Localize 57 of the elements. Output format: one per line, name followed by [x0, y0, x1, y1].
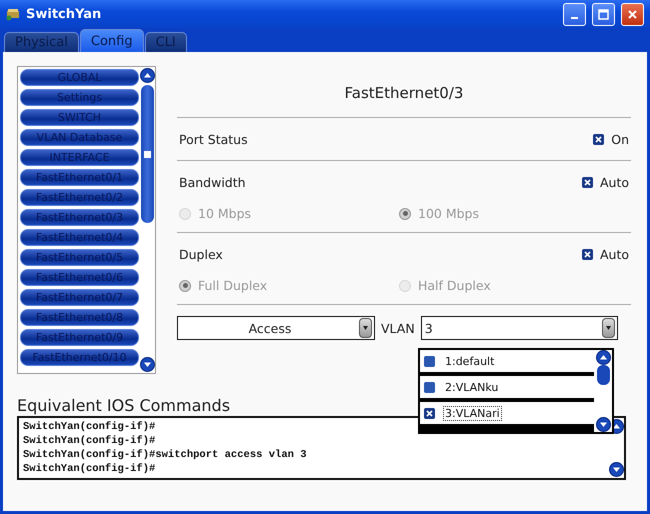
- sidebar-item[interactable]: FastEthernet0/7: [20, 289, 139, 306]
- sidebar-item[interactable]: FastEthernet0/6: [20, 269, 139, 286]
- tab[interactable]: CLI: [144, 32, 187, 52]
- sidebar-item[interactable]: FastEthernet0/1: [20, 169, 139, 186]
- sidebar-item[interactable]: FastEthernet0/2: [20, 189, 139, 206]
- scroll-down-icon[interactable]: [608, 462, 624, 477]
- maximize-icon: [598, 8, 609, 20]
- field-label: Port Status: [179, 132, 248, 146]
- vlan-label: VLAN: [381, 320, 415, 336]
- sidebar-item[interactable]: FastEthernet0/10: [20, 349, 139, 366]
- minimize-button[interactable]: [563, 2, 586, 26]
- sidebar-item[interactable]: FastEthernet0/8: [20, 309, 139, 326]
- sidebar-item[interactable]: FastEthernet0/9: [20, 329, 139, 346]
- sidebar-item[interactable]: VLAN Database: [20, 129, 139, 146]
- switch-icon: [6, 7, 20, 21]
- close-button[interactable]: [621, 2, 644, 26]
- sidebar-item[interactable]: GLOBAL: [20, 69, 139, 86]
- scroll-up-icon[interactable]: [596, 350, 610, 365]
- close-icon: [627, 8, 638, 20]
- vlan-option[interactable]: 1:default: [420, 350, 594, 372]
- dot-icon: [402, 211, 408, 216]
- x-mark-icon: [595, 136, 602, 142]
- sidebar-item[interactable]: INTERFACE: [20, 149, 139, 166]
- scroll-down-icon[interactable]: [140, 357, 154, 372]
- sidebar-item[interactable]: FastEthernet0/4: [20, 229, 139, 246]
- x-mark-icon: [426, 410, 433, 416]
- mode-dropdown[interactable]: Access: [177, 316, 375, 340]
- minimize-icon: [571, 17, 578, 19]
- tab[interactable]: Physical: [4, 32, 79, 52]
- caret-icon: [606, 326, 611, 330]
- field-label: Bandwidth: [179, 174, 246, 190]
- sidebar-item[interactable]: Settings: [20, 89, 139, 106]
- caret-icon: [363, 326, 368, 330]
- sidebar-item[interactable]: FastEthernet0/5: [20, 249, 139, 266]
- dot-icon: [182, 283, 188, 288]
- vlan-dropdown[interactable]: 3: [420, 316, 618, 340]
- command-line: SwitchYan(config-if)#: [23, 420, 156, 434]
- tab[interactable]: Config: [80, 29, 144, 52]
- command-line: SwitchYan(config-if)#switchport access vlan 3: [23, 448, 308, 462]
- vlan-option[interactable]: 3:VLANari: [420, 402, 594, 424]
- window-title: SwitchYan: [26, 6, 102, 22]
- x-mark-icon: [584, 250, 591, 258]
- interface-heading: FastEthernet0/3: [177, 66, 631, 118]
- scroll-thumb[interactable]: [596, 365, 610, 385]
- maximize-button[interactable]: [592, 2, 615, 26]
- section-title: Equivalent IOS Commands: [17, 396, 230, 416]
- scroll-thumb[interactable]: [140, 85, 154, 223]
- scroll-up-icon[interactable]: [140, 68, 154, 83]
- command-line: SwitchYan(config-if)#: [23, 462, 156, 476]
- checkbox[interactable]: On: [593, 132, 629, 146]
- vlan-option[interactable]: 2:VLANku: [420, 376, 594, 398]
- x-mark-icon: [584, 178, 591, 186]
- command-line: SwitchYan(config-if)#: [23, 434, 156, 448]
- sidebar-item[interactable]: SWITCH: [20, 109, 139, 126]
- field-label: Duplex: [179, 246, 223, 262]
- scroll-down-icon[interactable]: [596, 417, 610, 432]
- sidebar-item[interactable]: FastEthernet0/3: [20, 209, 139, 226]
